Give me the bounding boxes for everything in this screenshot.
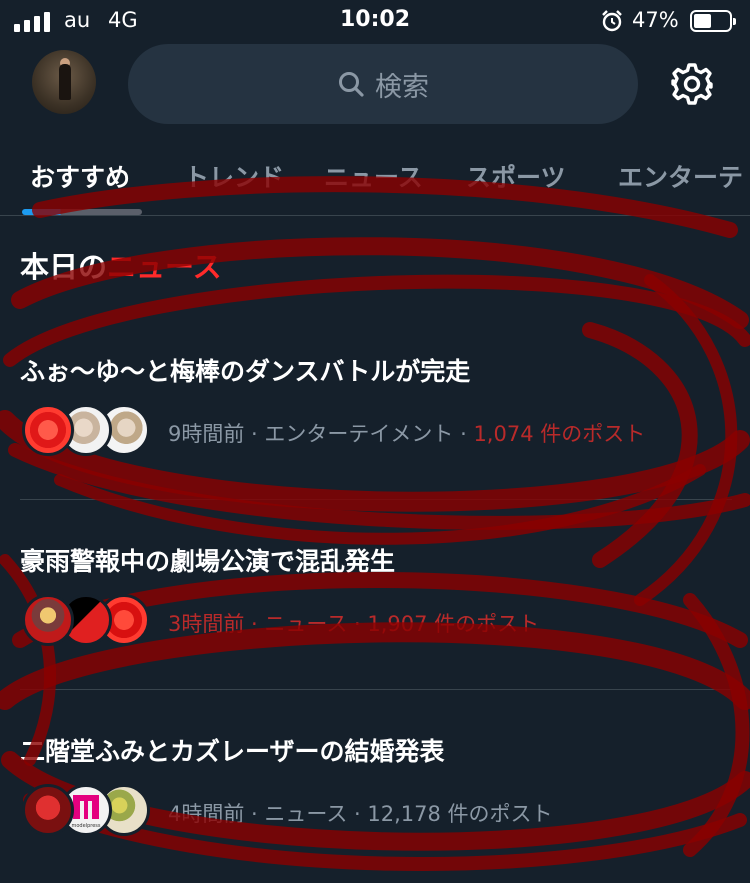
news-item[interactable]: 豪雨警報中の劇場公演で混乱発生 3時間前 · ニュース · 1,907 件のポス… bbox=[0, 520, 750, 690]
news-item[interactable]: ふぉ〜ゆ〜と梅棒のダンスバトルが完走 9時間前 · エンターテイメント · 1,… bbox=[0, 330, 750, 500]
thumb-image bbox=[22, 784, 74, 836]
news-item[interactable]: 二階堂ふみとカズレーザーの結婚発表 modelpress 4時間前 · ニュース… bbox=[0, 710, 750, 880]
alarm-icon bbox=[602, 10, 622, 32]
news-thumbnails bbox=[22, 404, 152, 456]
tab-trends[interactable]: トレンド bbox=[184, 158, 284, 194]
news-title: 豪雨警報中の劇場公演で混乱発生 bbox=[20, 547, 396, 576]
news-title: 二階堂ふみとカズレーザーの結婚発表 bbox=[20, 737, 445, 766]
news-post-count: 1,074 件のポスト bbox=[473, 422, 646, 446]
news-thumbnails: modelpress bbox=[22, 784, 152, 836]
modelpress-text: modelpress bbox=[72, 823, 101, 829]
news-meta: 9時間前 · エンターテイメント · 1,074 件のポスト bbox=[168, 422, 646, 446]
news-thumbnails bbox=[22, 594, 152, 646]
section-title-part2: ニュース bbox=[107, 250, 222, 284]
thumb-image bbox=[22, 404, 74, 456]
battery-icon bbox=[690, 10, 736, 32]
news-post-count: 1,907 件のポスト bbox=[367, 612, 540, 636]
search-placeholder: 検索 bbox=[375, 71, 429, 103]
news-title: ふぉ〜ゆ〜と梅棒のダンスバトルが完走 bbox=[20, 357, 471, 386]
status-bar: au 4G 10:02 47% bbox=[0, 0, 750, 44]
divider bbox=[20, 499, 732, 500]
tab-recommended[interactable]: おすすめ bbox=[30, 158, 130, 194]
tab-bar: おすすめ トレンド ニュース スポーツ エンターテ bbox=[0, 150, 750, 216]
thumb-image bbox=[22, 594, 74, 646]
news-time: 3時間前 bbox=[168, 612, 245, 636]
search-icon bbox=[339, 72, 364, 97]
news-post-count: 12,178 件のポスト bbox=[367, 802, 553, 826]
tab-entertainment[interactable]: エンターテ bbox=[618, 158, 743, 194]
news-time: 9時間前 bbox=[168, 422, 245, 446]
news-meta: 3時間前 · ニュース · 1,907 件のポスト bbox=[168, 612, 540, 636]
avatar[interactable] bbox=[32, 50, 96, 114]
tab-news[interactable]: ニュース bbox=[324, 158, 423, 194]
tab-sports[interactable]: スポーツ bbox=[466, 158, 566, 194]
battery-percent: 47% bbox=[632, 8, 679, 32]
news-category: ニュース bbox=[264, 612, 348, 636]
divider bbox=[20, 689, 732, 690]
tabs-divider bbox=[0, 215, 750, 216]
news-meta: 4時間前 · ニュース · 12,178 件のポスト bbox=[168, 802, 553, 826]
news-category: エンターテイメント bbox=[264, 422, 454, 446]
search-bar[interactable]: 検索 bbox=[128, 44, 638, 124]
news-category: ニュース bbox=[264, 802, 348, 826]
gear-icon[interactable] bbox=[670, 62, 714, 106]
section-title-part1: 本日の bbox=[20, 250, 108, 284]
news-time: 4時間前 bbox=[168, 802, 245, 826]
section-title: 本日のニュース bbox=[20, 244, 222, 286]
